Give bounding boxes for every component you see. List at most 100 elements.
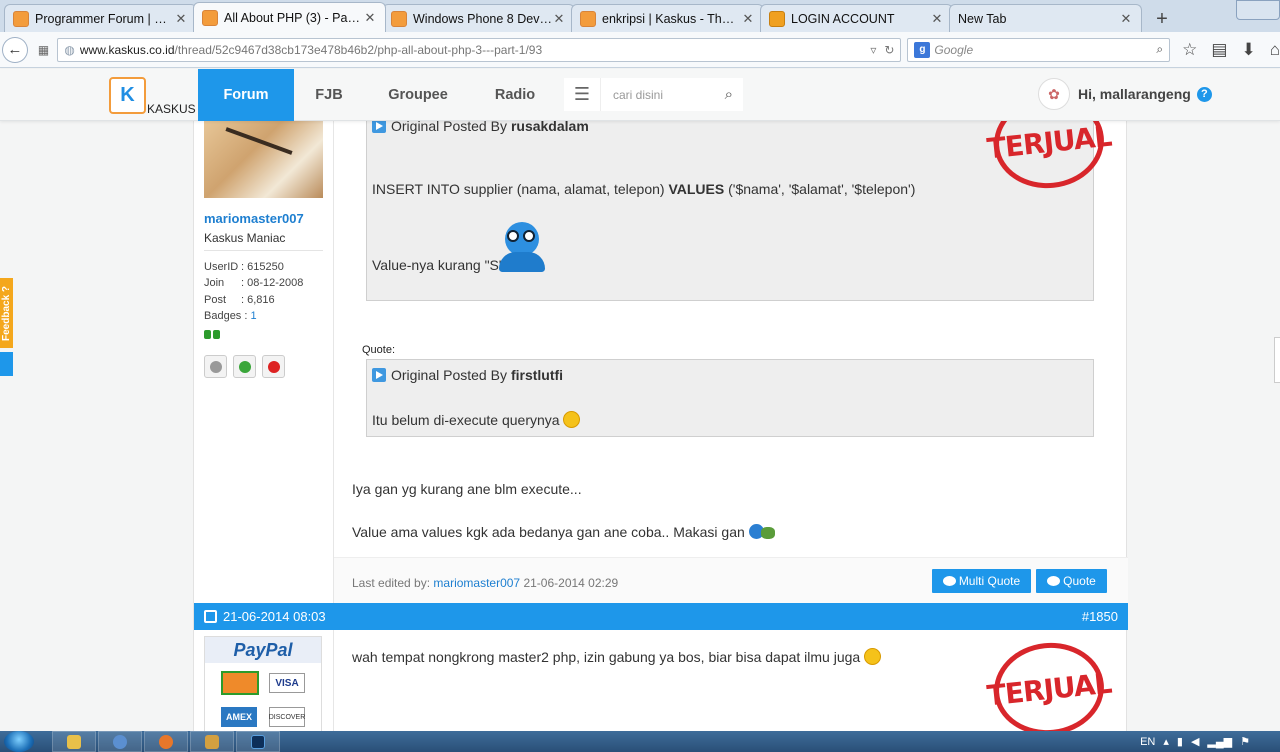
tray-expand-icon[interactable]: ▴ [1163, 735, 1169, 748]
last-edited: Last edited by: mariomaster007 21-06-201… [352, 576, 618, 590]
site-search-input[interactable]: cari disini ⌕ [601, 78, 743, 111]
quote-author: rusakdalam [510, 121, 589, 134]
browser-tab[interactable]: enkripsi | Kaskus - The L... ✕ [571, 4, 764, 32]
nav-forum[interactable]: Forum [198, 69, 294, 121]
tab-title: Windows Phone 8 Devel... [413, 11, 552, 26]
edited-user-link[interactable]: mariomaster007 [433, 576, 520, 590]
search-magnifier-icon[interactable]: ⌕ [1156, 42, 1163, 57]
hamburger-menu-icon[interactable]: ☰ [564, 78, 601, 111]
search-placeholder: Google [934, 42, 974, 57]
network-icon[interactable]: ▮ [1177, 735, 1183, 748]
browser-tab[interactable]: Windows Phone 8 Devel... ✕ [382, 4, 575, 32]
help-icon[interactable]: ? [1196, 86, 1212, 102]
add-reputation-icon[interactable] [233, 355, 256, 378]
post-number-link[interactable]: #1850 [1082, 609, 1118, 624]
tab-title: enkripsi | Kaskus - The L... [602, 11, 741, 26]
kaskus-logo-text[interactable]: KASKUS [147, 102, 196, 116]
bookmarks-list-icon[interactable]: ▤ [1211, 40, 1227, 60]
posted-by-label: Original Posted By [391, 367, 507, 383]
user-greeting[interactable]: Hi, mallarangeng [1078, 86, 1191, 102]
report-icon[interactable] [262, 355, 285, 378]
quote-author: firstlutfi [510, 367, 564, 383]
back-arrow-icon[interactable]: ← [2, 36, 28, 63]
post-author-panel: PayPal VISA AMEX DISCOVER [194, 630, 334, 731]
close-tab-icon[interactable]: ✕ [363, 10, 377, 26]
kaskus-logo[interactable]: K [109, 77, 146, 114]
browser-tab[interactable]: New Tab ✕ [949, 4, 1142, 32]
post-author-name[interactable]: mariomaster007 [204, 211, 304, 226]
close-tab-icon[interactable]: ✕ [552, 11, 566, 27]
google-engine-icon[interactable]: g [914, 41, 931, 58]
window-controls[interactable] [1236, 0, 1280, 20]
reload-icon[interactable]: ↻ [884, 43, 894, 57]
user-menu[interactable]: ✿ Hi, mallarangeng ? [1038, 78, 1212, 110]
language-indicator[interactable]: EN [1140, 736, 1155, 748]
photoshop-taskbar-icon[interactable] [236, 731, 280, 752]
multi-quote-label: Multi Quote [958, 574, 1021, 588]
badge-icon[interactable] [204, 330, 220, 339]
emoticon-icon [748, 524, 775, 539]
divider [204, 250, 323, 251]
windows-taskbar: EN ▴ ▮ ◀ ▂▄▆ ⚑ [0, 731, 1280, 752]
main-nav: Forum FJB Groupee Radio [198, 69, 558, 121]
url-dropdown-icon[interactable]: ▿ [870, 43, 876, 57]
volume-icon[interactable]: ◀ [1191, 735, 1199, 748]
quote-label: Quote [1063, 574, 1096, 588]
badges-count[interactable]: 1 [250, 308, 256, 324]
nav-groupee[interactable]: Groupee [364, 69, 472, 121]
quote-text: INSERT INTO supplier (nama, alamat, tele… [372, 181, 915, 197]
nav-radio[interactable]: Radio [472, 69, 558, 121]
stat-value: : 6,816 [241, 293, 275, 306]
site-identity-icon[interactable]: ▦ [30, 39, 58, 61]
close-tab-icon[interactable]: ✕ [741, 11, 755, 27]
new-tab-plus-icon[interactable]: + [1148, 6, 1176, 32]
quote-header: Original Posted By firstlutfi [372, 367, 563, 383]
view-post-icon[interactable] [372, 121, 386, 133]
browser-search-field[interactable]: g Google ⌕ [907, 37, 1171, 62]
feedback-secondary-tab[interactable] [0, 352, 13, 376]
close-tab-icon[interactable]: ✕ [930, 11, 944, 27]
quote-box: Original Posted By firstlutfi Itu belum … [366, 359, 1094, 437]
kaskus-favicon-icon [580, 10, 596, 27]
paypal-avatar[interactable]: PayPal VISA AMEX DISCOVER [204, 636, 322, 731]
url-bar[interactable]: ◍ www.kaskus.co.id/thread/52c9467d38cb17… [57, 37, 902, 62]
side-widget-edge[interactable] [1274, 337, 1280, 383]
user-avatar-image[interactable] [204, 121, 323, 198]
user-avatar[interactable]: ✿ [1038, 78, 1070, 110]
kaskus-favicon-icon [202, 9, 218, 26]
tools-taskbar-icon[interactable] [190, 731, 234, 752]
home-icon[interactable]: ⌂ [1270, 40, 1280, 60]
browser-tab[interactable]: Programmer Forum | Ka... ✕ [4, 4, 197, 32]
checkbox-icon[interactable] [204, 610, 217, 623]
quote-box: Original Posted By rusakdalam INSERT INT… [366, 121, 1094, 301]
explorer-taskbar-icon[interactable] [52, 731, 96, 752]
multi-quote-button[interactable]: Multi Quote [932, 569, 1031, 593]
quote-text-bold: VALUES [668, 181, 725, 197]
url-text[interactable]: www.kaskus.co.id/thread/52c9467d38cb173e… [80, 43, 863, 57]
view-post-icon[interactable] [372, 368, 386, 382]
signal-icon[interactable]: ▂▄▆ [1207, 735, 1232, 748]
close-tab-icon[interactable]: ✕ [1119, 11, 1133, 27]
search-icon[interactable]: ⌕ [725, 86, 733, 103]
browser-tab-active[interactable]: All About PHP (3) - Part... ✕ [193, 2, 386, 32]
close-tab-icon[interactable]: ✕ [174, 11, 188, 27]
url-domain: www.kaskus.co.id [79, 42, 175, 57]
kaskus-favicon-icon [391, 10, 407, 27]
start-button-icon[interactable] [4, 731, 34, 752]
flag-icon[interactable]: ⚑ [1240, 735, 1250, 748]
downloads-arrow-icon[interactable]: ⬇ [1241, 40, 1255, 60]
firefox-taskbar-icon[interactable] [144, 731, 188, 752]
message-icon[interactable] [204, 355, 227, 378]
discover-logo: DISCOVER [269, 707, 305, 727]
bookmark-star-icon[interactable]: ☆ [1182, 40, 1197, 60]
quote-button[interactable]: Quote [1036, 569, 1107, 593]
feedback-tab[interactable]: Feedback ? [0, 278, 13, 348]
nav-fjb[interactable]: FJB [294, 69, 364, 121]
quote-header: Original Posted By rusakdalam [372, 121, 589, 134]
browser-tab[interactable]: LOGIN ACCOUNT ✕ [760, 4, 953, 32]
post-date: 21-06-2014 08:03 [223, 609, 326, 624]
smiley-emoticon-icon [563, 411, 581, 428]
media-taskbar-icon[interactable] [98, 731, 142, 752]
stat-label: Join [204, 277, 225, 290]
tab-title: Programmer Forum | Ka... [35, 11, 174, 26]
